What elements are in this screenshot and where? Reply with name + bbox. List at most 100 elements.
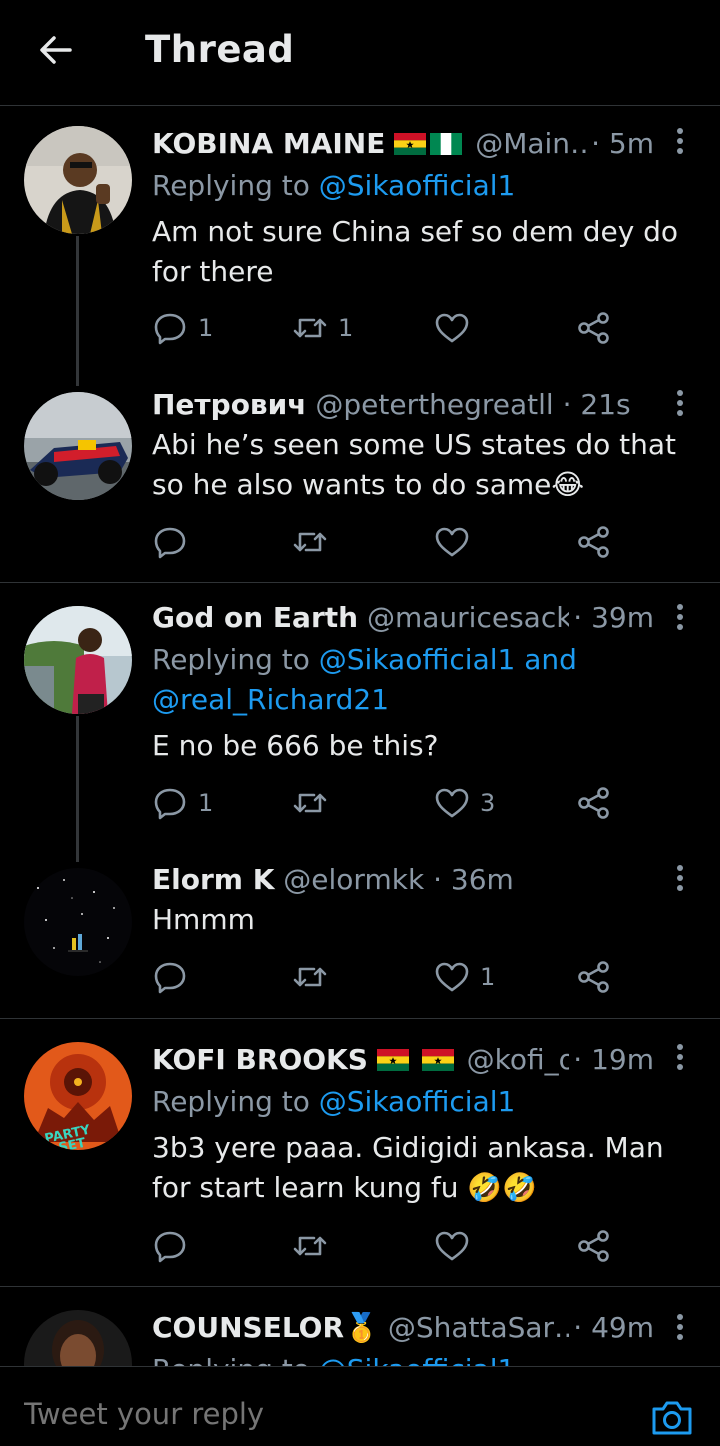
handle[interactable]: @mauricesack… (367, 601, 600, 634)
handle[interactable]: @ShattaSar… (388, 1311, 582, 1344)
divider (0, 1018, 720, 1019)
page-title: Thread (145, 28, 295, 71)
retweet-icon (293, 532, 327, 552)
avatar[interactable] (24, 606, 132, 714)
tweet-actions: 1 (152, 957, 622, 997)
display-name[interactable]: KOBINA MAINE (152, 127, 385, 160)
heart-icon (435, 1231, 469, 1261)
more-icon[interactable] (666, 126, 694, 158)
share-button[interactable] (576, 308, 612, 348)
share-button[interactable] (576, 1226, 612, 1266)
like-button[interactable]: 1 (434, 957, 495, 997)
tweet-header: Elorm K @elormkk · 36m (152, 860, 660, 900)
reply-icon (154, 962, 186, 994)
display-name[interactable]: Петрович (152, 388, 307, 421)
avatar[interactable]: PARTY SET (24, 1042, 132, 1150)
mention-link[interactable]: @Sikaofficial1 (319, 1353, 516, 1366)
timestamp[interactable]: · 36m (433, 863, 514, 896)
display-name[interactable]: God on Earth (152, 601, 358, 634)
reply-count: 1 (198, 789, 214, 817)
share-icon (578, 312, 609, 344)
tweet-header: Петрович @peterthegreatll · 21s (152, 385, 660, 425)
more-icon[interactable] (666, 388, 694, 420)
tweet-text: Am not sure China sef so dem dey do for … (152, 215, 679, 288)
mention-link[interactable]: @Sikaofficial1 (319, 1085, 516, 1118)
share-icon (578, 787, 609, 819)
retweet-icon (293, 967, 327, 987)
reply-icon (154, 788, 186, 820)
mention-link[interactable]: @Sikaofficial1 (319, 169, 516, 202)
tweet-actions (152, 1226, 622, 1266)
share-button[interactable] (576, 783, 612, 823)
reply-bar (0, 1366, 720, 1446)
heart-icon (435, 962, 469, 992)
top-bar: Thread (0, 0, 720, 106)
handle[interactable]: @peterthegreatll (315, 388, 553, 421)
heart-icon (435, 527, 469, 557)
timestamp[interactable]: · 49m (569, 1308, 654, 1348)
avatar[interactable] (24, 1310, 132, 1366)
retweet-button[interactable] (292, 522, 328, 562)
timestamp[interactable]: · 5m (587, 124, 654, 164)
reply-button[interactable]: 1 (152, 783, 213, 823)
like-button[interactable] (434, 522, 470, 562)
thread-line (76, 716, 79, 862)
retweet-button[interactable] (292, 783, 328, 823)
timestamp[interactable]: · 19m (569, 1040, 654, 1080)
reply-button[interactable]: 1 (152, 308, 213, 348)
mention-link[interactable]: @real_Richard21 (152, 683, 389, 716)
tweet-header: COUNSELOR🥇 @ShattaSar… · 49m (152, 1308, 660, 1348)
nigeria-flag-icon (430, 133, 463, 155)
timestamp[interactable]: · 21s (563, 388, 631, 421)
like-button[interactable]: 3 (434, 783, 495, 823)
display-name[interactable]: Elorm K (152, 863, 274, 896)
ghana-flag-icon (394, 133, 427, 155)
retweet-button[interactable] (292, 1226, 328, 1266)
reply-count: 1 (198, 314, 214, 342)
share-icon (578, 526, 609, 558)
display-name[interactable]: KOFI BROOKS (152, 1043, 368, 1076)
tweet-header: God on Earth @mauricesack… · 39m (152, 598, 660, 638)
tweet-actions: 1 3 (152, 783, 622, 823)
more-icon[interactable] (666, 1042, 694, 1074)
avatar[interactable] (24, 392, 132, 500)
reply-icon (154, 313, 186, 345)
tweet-header: KOBINA MAINE @Main… · 5m (152, 124, 660, 164)
like-count: 3 (480, 789, 496, 817)
share-button[interactable] (576, 522, 612, 562)
reply-button[interactable] (152, 522, 188, 562)
arrow-left-icon[interactable] (36, 30, 76, 70)
more-icon[interactable] (666, 863, 694, 895)
heart-icon (435, 788, 469, 818)
handle[interactable]: @Main… (475, 127, 598, 160)
tweet-partial: COUNSELOR🥇 @ShattaSar… · 49m Replying to… (0, 1290, 720, 1366)
reply-input[interactable] (24, 1397, 584, 1431)
reply-button[interactable] (152, 957, 188, 997)
retweet-icon (293, 318, 327, 338)
ghana-flag-icon (421, 1049, 454, 1071)
tweet-text: Abi he’s seen some US states do that so … (152, 428, 677, 501)
like-count: 1 (480, 963, 496, 991)
divider (0, 582, 720, 583)
like-button[interactable] (434, 1226, 470, 1266)
retweet-button[interactable] (292, 957, 328, 997)
share-icon (578, 961, 609, 993)
tweet-actions: 1 1 (152, 308, 622, 348)
handle[interactable]: @elormkk (283, 863, 424, 896)
more-icon[interactable] (666, 1312, 694, 1344)
tweet-actions (152, 522, 622, 562)
avatar[interactable] (24, 868, 132, 976)
like-button[interactable] (434, 308, 480, 348)
reply-button[interactable] (152, 1226, 188, 1266)
share-button[interactable] (576, 957, 612, 997)
retweet-icon (293, 793, 327, 813)
retweet-button[interactable]: 1 (292, 308, 353, 348)
avatar[interactable] (24, 126, 132, 234)
heart-icon (435, 313, 469, 343)
camera-icon[interactable] (650, 1397, 694, 1437)
display-name[interactable]: COUNSELOR (152, 1311, 344, 1344)
mention-link[interactable]: @Sikaofficial1 and (319, 643, 577, 676)
retweet-icon (293, 1236, 327, 1256)
more-icon[interactable] (666, 602, 694, 634)
timestamp[interactable]: · 39m (569, 598, 654, 638)
